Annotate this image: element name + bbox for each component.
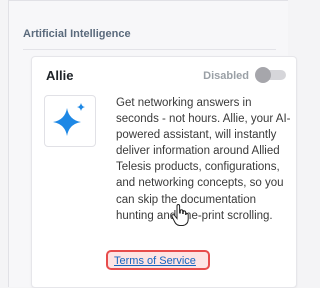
section-divider <box>23 49 276 50</box>
enable-toggle[interactable] <box>255 67 286 83</box>
card-title: Allie <box>46 68 74 83</box>
sparkle-icon <box>44 95 96 147</box>
settings-panel: Artificial Intelligence Allie Disabled G… <box>8 0 297 288</box>
status-label: Disabled <box>203 70 249 82</box>
card-description: Get networking answers in seconds - not … <box>116 97 291 222</box>
terms-highlight: Terms of Service <box>106 250 210 270</box>
hand-cursor-icon <box>171 203 189 226</box>
terms-of-service-link[interactable]: Terms of Service <box>114 255 196 267</box>
toggle-knob <box>255 67 271 83</box>
allie-card: Allie Disabled Get networking answers in… <box>31 56 297 288</box>
section-title: Artificial Intelligence <box>23 28 131 40</box>
